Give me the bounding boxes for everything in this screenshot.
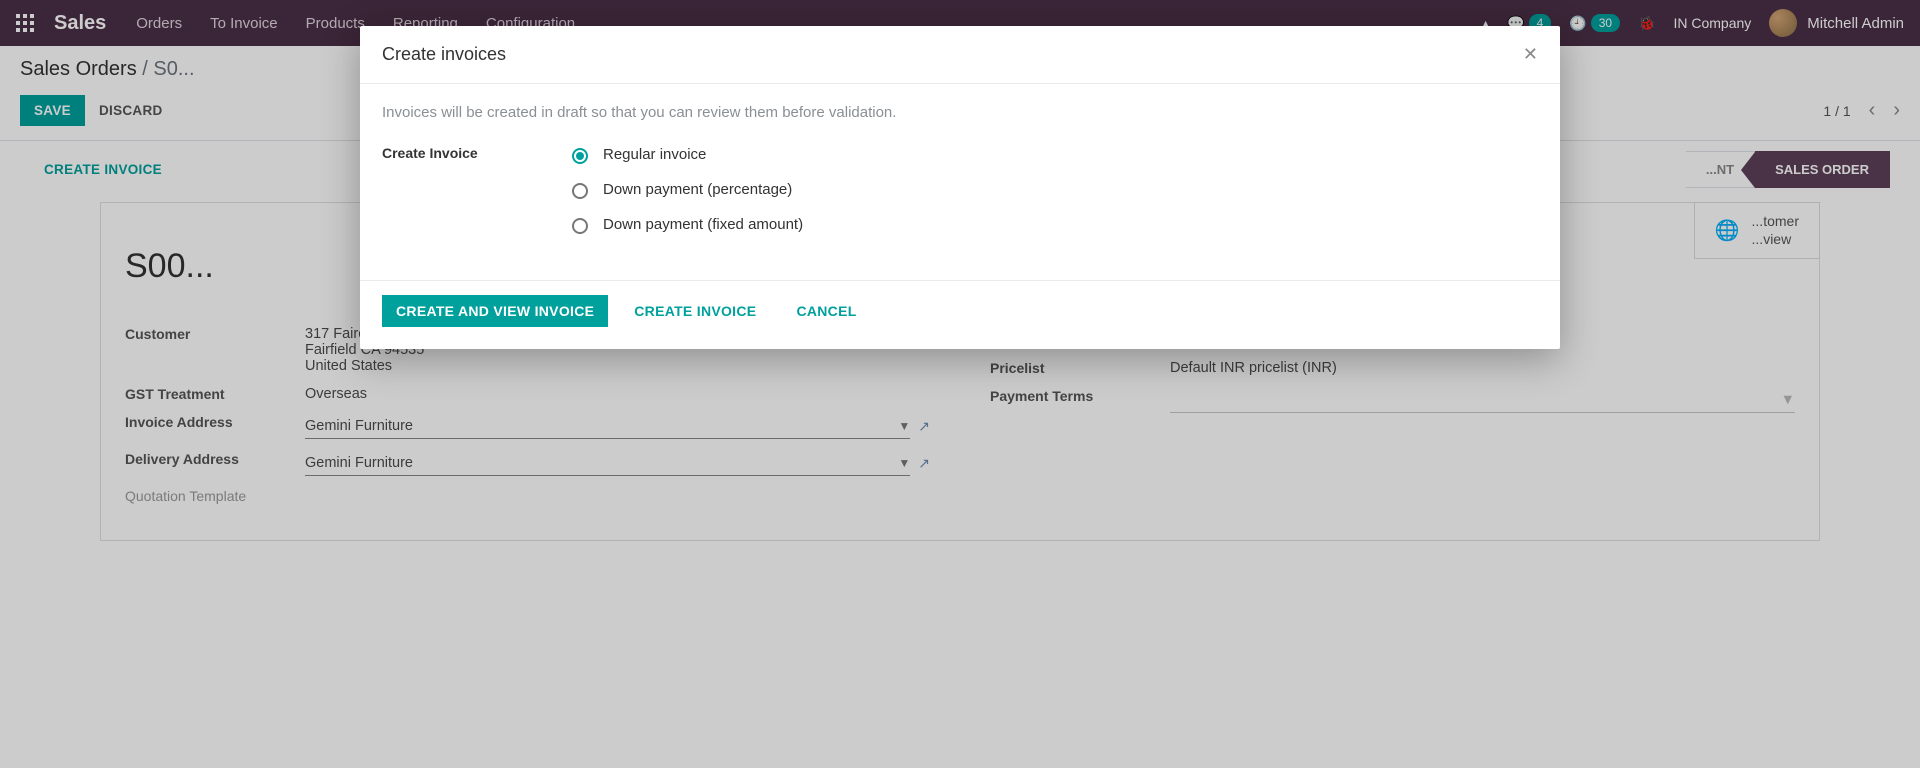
radio-option-percentage[interactable]: Down payment (percentage) xyxy=(567,180,803,199)
radio-fixed[interactable] xyxy=(572,218,588,234)
radio-option-fixed[interactable]: Down payment (fixed amount) xyxy=(567,215,803,234)
radio-group-label: Create Invoice xyxy=(382,145,567,250)
modal-header: Create invoices ✕ xyxy=(360,26,1560,84)
radio-regular[interactable] xyxy=(572,148,588,164)
radio-regular-label: Regular invoice xyxy=(603,146,706,163)
modal-title: Create invoices xyxy=(382,44,506,65)
modal-body: Invoices will be created in draft so tha… xyxy=(360,84,1560,280)
create-and-view-invoice-button[interactable]: Create and View Invoice xyxy=(382,295,608,327)
radio-fixed-label: Down payment (fixed amount) xyxy=(603,216,803,233)
close-icon[interactable]: ✕ xyxy=(1523,44,1538,65)
create-invoice-modal-button[interactable]: Create Invoice xyxy=(620,295,770,327)
modal-footer: Create and View Invoice Create Invoice C… xyxy=(360,280,1560,349)
radio-percentage-label: Down payment (percentage) xyxy=(603,181,792,198)
create-invoices-modal: Create invoices ✕ Invoices will be creat… xyxy=(360,26,1560,349)
cancel-button[interactable]: Cancel xyxy=(782,295,870,327)
modal-hint: Invoices will be created in draft so tha… xyxy=(382,104,1538,121)
radio-percentage[interactable] xyxy=(572,183,588,199)
radio-option-regular[interactable]: Regular invoice xyxy=(567,145,803,164)
create-invoice-radio-group: Create Invoice Regular invoice Down paym… xyxy=(382,145,1538,250)
